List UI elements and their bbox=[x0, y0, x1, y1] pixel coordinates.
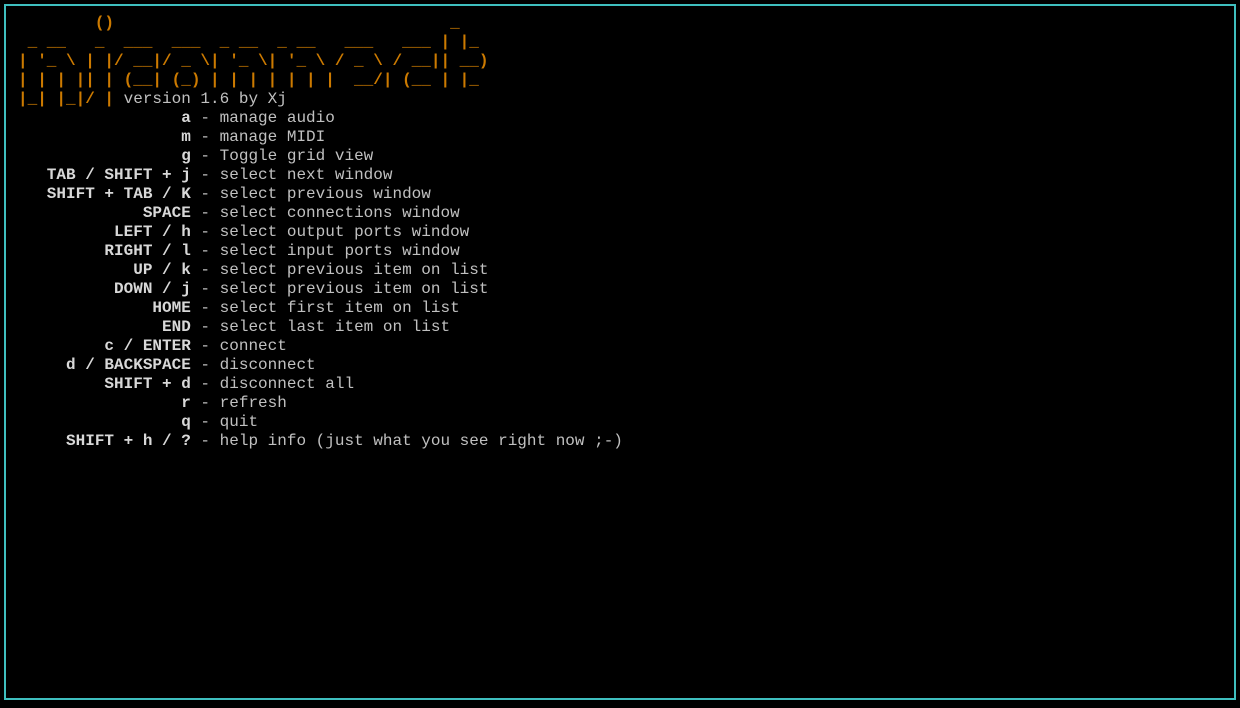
help-key: c / ENTER bbox=[18, 337, 191, 355]
help-list: a - manage audio m - manage MIDI g - Tog… bbox=[18, 109, 1222, 451]
help-desc: select previous item on list bbox=[220, 280, 489, 298]
help-key: DOWN / j bbox=[18, 280, 191, 298]
ascii-art-logo: () _ _ __ _ ___ ___ _ __ _ __ ___ ___ | … bbox=[18, 14, 1222, 90]
help-line: c / ENTER - connect bbox=[18, 337, 1222, 356]
help-desc: manage audio bbox=[220, 109, 335, 127]
help-desc: select previous window bbox=[220, 185, 431, 203]
help-key: LEFT / h bbox=[18, 223, 191, 241]
help-desc: select connections window bbox=[220, 204, 460, 222]
help-desc: select next window bbox=[220, 166, 393, 184]
help-line: END - select last item on list bbox=[18, 318, 1222, 337]
help-desc: select output ports window bbox=[220, 223, 470, 241]
help-key: a bbox=[18, 109, 191, 127]
help-line: g - Toggle grid view bbox=[18, 147, 1222, 166]
help-key: UP / k bbox=[18, 261, 191, 279]
help-line: SHIFT + TAB / K - select previous window bbox=[18, 185, 1222, 204]
logo-tail: |_| |_|/ | bbox=[18, 90, 114, 108]
help-key: TAB / SHIFT + j bbox=[18, 166, 191, 184]
help-key: SHIFT + TAB / K bbox=[18, 185, 191, 203]
help-desc: disconnect all bbox=[220, 375, 354, 393]
help-desc: select previous item on list bbox=[220, 261, 489, 279]
help-line: LEFT / h - select output ports window bbox=[18, 223, 1222, 242]
help-key: d / BACKSPACE bbox=[18, 356, 191, 374]
help-key: RIGHT / l bbox=[18, 242, 191, 260]
help-line: HOME - select first item on list bbox=[18, 299, 1222, 318]
help-line: DOWN / j - select previous item on list bbox=[18, 280, 1222, 299]
version-text: version 1.6 by Xj bbox=[114, 90, 287, 108]
help-line: d / BACKSPACE - disconnect bbox=[18, 356, 1222, 375]
help-key: SHIFT + d bbox=[18, 375, 191, 393]
help-desc: quit bbox=[220, 413, 258, 431]
help-desc: Toggle grid view bbox=[220, 147, 374, 165]
help-desc: refresh bbox=[220, 394, 287, 412]
help-line: r - refresh bbox=[18, 394, 1222, 413]
help-desc: select first item on list bbox=[220, 299, 460, 317]
help-line: m - manage MIDI bbox=[18, 128, 1222, 147]
terminal-window: () _ _ __ _ ___ ___ _ __ _ __ ___ ___ | … bbox=[4, 4, 1236, 700]
help-line: TAB / SHIFT + j - select next window bbox=[18, 166, 1222, 185]
help-key: END bbox=[18, 318, 191, 336]
help-line: SHIFT + d - disconnect all bbox=[18, 375, 1222, 394]
help-desc: select last item on list bbox=[220, 318, 450, 336]
help-line: SHIFT + h / ? - help info (just what you… bbox=[18, 432, 1222, 451]
help-key: q bbox=[18, 413, 191, 431]
help-desc: manage MIDI bbox=[220, 128, 326, 146]
help-key: SHIFT + h / ? bbox=[18, 432, 191, 450]
help-key: r bbox=[18, 394, 191, 412]
help-key: m bbox=[18, 128, 191, 146]
help-key: SPACE bbox=[18, 204, 191, 222]
help-key: HOME bbox=[18, 299, 191, 317]
help-desc: connect bbox=[220, 337, 287, 355]
help-desc: select input ports window bbox=[220, 242, 460, 260]
help-line: UP / k - select previous item on list bbox=[18, 261, 1222, 280]
help-line: q - quit bbox=[18, 413, 1222, 432]
help-desc: disconnect bbox=[220, 356, 316, 374]
help-line: a - manage audio bbox=[18, 109, 1222, 128]
version-line: |_| |_|/ | version 1.6 by Xj bbox=[18, 90, 1222, 109]
help-desc: help info (just what you see right now ;… bbox=[220, 432, 623, 450]
help-line: RIGHT / l - select input ports window bbox=[18, 242, 1222, 261]
help-key: g bbox=[18, 147, 191, 165]
help-line: SPACE - select connections window bbox=[18, 204, 1222, 223]
